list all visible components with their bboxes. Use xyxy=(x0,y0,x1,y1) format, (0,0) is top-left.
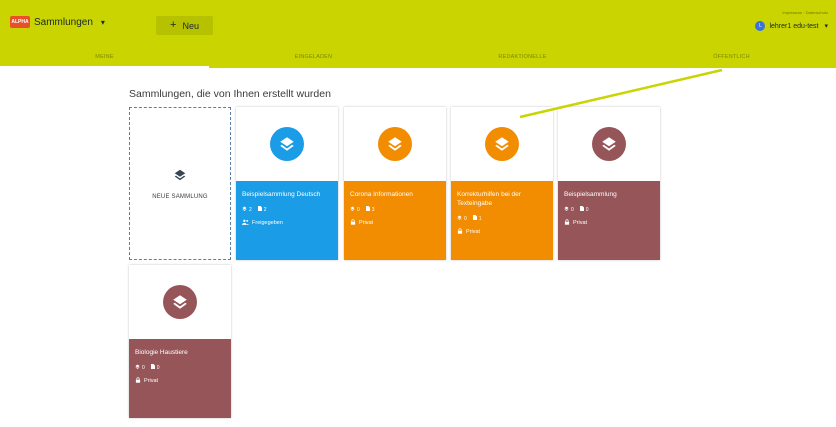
collection-title: Beispielsammlung xyxy=(564,191,617,198)
user-menu[interactable]: L lehrer1 edu-test ▾ xyxy=(755,21,828,31)
header-links[interactable]: Impressum · Datenschutz xyxy=(782,10,828,15)
layers-icon xyxy=(378,127,412,161)
people-icon xyxy=(242,219,249,227)
card-body: Korrekturhilfen bei der Texteingabe 0 1 Pri… xyxy=(451,181,553,260)
subcollection-count: 0 xyxy=(357,206,360,213)
collection-title: Beispielsammlung Deutsch xyxy=(242,191,321,198)
card-header xyxy=(236,107,338,181)
lock-icon xyxy=(457,228,463,236)
visibility-status: Privat xyxy=(457,228,547,236)
subcollections-icon xyxy=(135,364,140,371)
plus-icon: + xyxy=(170,19,177,31)
layers-icon xyxy=(592,127,626,161)
materials-icon xyxy=(579,206,584,213)
new-button-label: Neu xyxy=(182,20,199,31)
layers-icon xyxy=(270,127,304,161)
subcollection-count: 0 xyxy=(571,206,574,213)
collection-title: Corona Informationen xyxy=(350,191,413,198)
app-switcher-button[interactable]: ALPHA Sammlungen ▾ xyxy=(10,16,105,28)
card-body: Beispielsammlung Deutsch 2 2 Freigegeben xyxy=(236,181,338,260)
card-stats: 03 xyxy=(350,206,440,213)
collection-title: Korrekturhilfen bei der Texteingabe xyxy=(457,191,521,207)
collection-title: Biologie Haustiere xyxy=(135,349,188,356)
avatar: L xyxy=(755,21,766,31)
subcollection-count: 0 xyxy=(142,364,145,371)
tab-bar: MEINE EINGELADEN REDAKTIONELLE ÖFFENTLIC… xyxy=(0,50,836,68)
visibility-label: Privat xyxy=(573,220,588,226)
page-title: Sammlungen, die von Ihnen erstellt wurde… xyxy=(129,88,331,100)
card-body: Corona Informationen 0 3 Privat xyxy=(344,181,446,260)
collection-card[interactable]: Beispielsammlung 0 0 Privat xyxy=(558,107,660,260)
chevron-down-icon: ▾ xyxy=(824,23,828,30)
card-header xyxy=(451,107,553,181)
card-header xyxy=(344,107,446,181)
visibility-label: Freigegeben xyxy=(252,220,283,226)
visibility-status: Privat xyxy=(564,219,654,227)
subcollections-icon xyxy=(564,206,569,213)
materials-icon xyxy=(150,364,155,371)
collection-card[interactable]: Biologie Haustiere 0 0 Privat xyxy=(129,265,231,418)
card-header xyxy=(558,107,660,181)
top-bar: ALPHA Sammlungen ▾ + Neu Impressum · Dat… xyxy=(0,0,836,68)
layers-icon xyxy=(174,169,186,180)
subcollections-icon xyxy=(242,206,247,213)
tab-oeffentlich[interactable]: ÖFFENTLICH xyxy=(627,50,836,68)
materials-icon xyxy=(365,206,370,213)
card-stats: 00 xyxy=(135,364,225,371)
visibility-label: Privat xyxy=(466,229,481,235)
lock-icon xyxy=(350,219,356,227)
collection-card[interactable]: Corona Informationen 0 3 Privat xyxy=(344,107,446,260)
visibility-label: Privat xyxy=(144,378,159,384)
new-button[interactable]: + Neu xyxy=(156,16,213,35)
material-count: 0 xyxy=(585,206,589,213)
materials-icon xyxy=(257,206,262,213)
new-collection-label: NEUE SAMMLUNG xyxy=(152,193,208,200)
tab-eingeladen[interactable]: EINGELADEN xyxy=(209,50,418,68)
layers-icon xyxy=(485,127,519,161)
collection-card[interactable]: Korrekturhilfen bei der Texteingabe 0 1 Pri… xyxy=(451,107,553,260)
layers-icon xyxy=(163,285,197,319)
card-body: Beispielsammlung 0 0 Privat xyxy=(558,181,660,260)
lock-icon xyxy=(564,219,570,227)
subcollection-count: 2 xyxy=(249,206,252,213)
visibility-status: Privat xyxy=(135,377,225,385)
tab-redaktionelle[interactable]: REDAKTIONELLE xyxy=(418,50,627,68)
chevron-down-icon: ▾ xyxy=(100,17,105,27)
card-header xyxy=(129,265,231,339)
new-collection-card[interactable]: NEUE SAMMLUNG xyxy=(129,107,231,260)
material-count: 1 xyxy=(478,215,482,222)
subcollections-icon xyxy=(350,206,355,213)
card-stats: 01 xyxy=(457,215,547,222)
visibility-label: Privat xyxy=(359,220,374,226)
app-logo: ALPHA xyxy=(10,16,30,28)
material-count: 0 xyxy=(156,364,160,371)
card-stats: 00 xyxy=(564,206,654,213)
tab-meine[interactable]: MEINE xyxy=(0,50,209,68)
materials-icon xyxy=(472,215,477,222)
visibility-status: Privat xyxy=(350,219,440,227)
user-name: lehrer1 edu-test xyxy=(769,22,819,30)
visibility-status: Freigegeben xyxy=(242,219,332,227)
app-title: Sammlungen xyxy=(34,16,93,28)
material-count: 2 xyxy=(263,206,267,213)
lock-icon xyxy=(135,377,141,385)
subcollection-count: 0 xyxy=(464,215,467,222)
subcollections-icon xyxy=(457,215,462,222)
card-stats: 22 xyxy=(242,206,332,213)
material-count: 3 xyxy=(371,206,375,213)
collection-card[interactable]: Beispielsammlung Deutsch 2 2 Freigegeben xyxy=(236,107,338,260)
card-body: Biologie Haustiere 0 0 Privat xyxy=(129,339,231,418)
